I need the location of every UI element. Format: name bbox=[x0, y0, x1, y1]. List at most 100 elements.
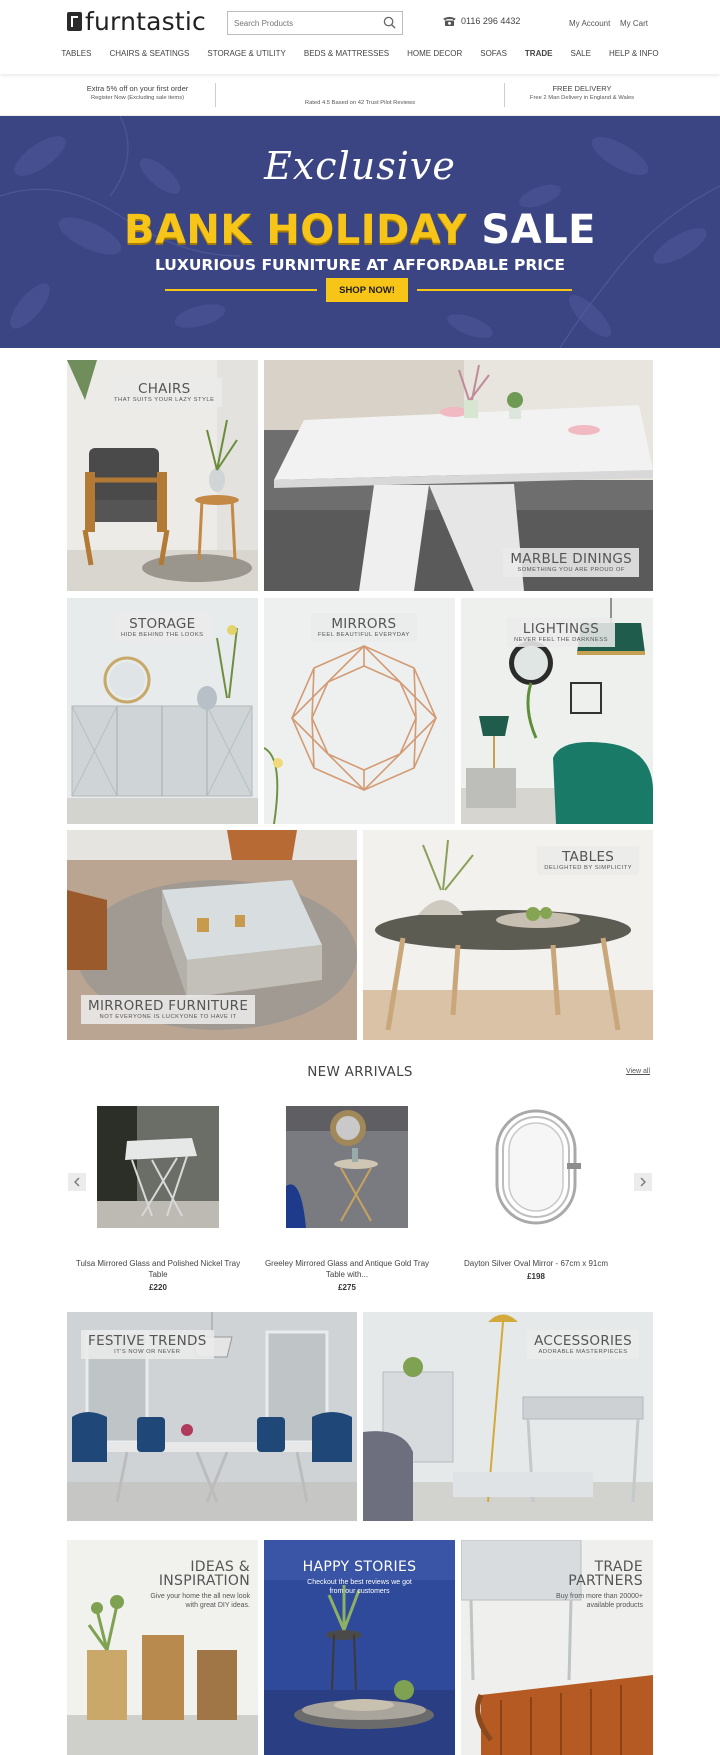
promo-text: HAPPY STORIES Checkout the best reviews … bbox=[264, 1560, 455, 1596]
product-image[interactable] bbox=[286, 1106, 408, 1228]
tile-chairs[interactable]: CHAIRS THAT SUITS YOUR LAZY STYLE bbox=[67, 360, 258, 591]
hero-title-highlight: BANK HOLIDAY bbox=[123, 207, 467, 253]
delivery-subtitle: Free 2 Man Delivery in England & Wales bbox=[529, 95, 635, 101]
hero-title: BANK HOLIDAY SALE bbox=[0, 206, 720, 254]
product-card[interactable]: Dayton Silver Oval Mirror - 67cm x 91cm … bbox=[441, 1106, 631, 1281]
nav-trade[interactable]: TRADE bbox=[525, 49, 553, 63]
nav-tables[interactable]: TABLES bbox=[61, 49, 91, 63]
rating-text: Rated 4.5 Based on 42 Trust Pilot Review… bbox=[304, 100, 416, 106]
promo-desc-line-1: Buy from more than 20000+ bbox=[556, 1593, 643, 1600]
tile-marble-dinings[interactable]: MARBLE DININGS SOMETHING YOU ARE PROUD O… bbox=[264, 360, 653, 591]
tile-subtitle: SOMETHING YOU ARE PROUD OF bbox=[517, 567, 625, 573]
nav-storage-utility[interactable]: STORAGE & UTILITY bbox=[207, 49, 286, 63]
tile-festive-trends[interactable]: FESTIVE TRENDS IT'S NOW OR NEVER bbox=[67, 1312, 357, 1521]
product-price: £275 bbox=[338, 1283, 356, 1292]
shop-now-button[interactable]: SHOP NOW! bbox=[326, 278, 408, 302]
nav-sale[interactable]: SALE bbox=[570, 49, 590, 63]
new-arrivals-heading: NEW ARRIVALS bbox=[307, 1064, 413, 1080]
nav-sofas[interactable]: SOFAS bbox=[480, 49, 507, 63]
view-all-link[interactable]: View all bbox=[626, 1068, 650, 1075]
tile-subtitle: ADORABLE MASTERPIECES bbox=[538, 1349, 628, 1355]
tile-subtitle: DELIGHTED BY SIMPLICITY bbox=[544, 865, 632, 871]
tile-title: STORAGE bbox=[129, 616, 196, 632]
divider bbox=[504, 83, 505, 107]
product-image[interactable] bbox=[475, 1106, 597, 1228]
promo-title-line-1: TRADE bbox=[594, 1559, 643, 1575]
trustpilot-rating[interactable]: Rated 4.5 Based on 42 Trust Pilot Review… bbox=[220, 98, 500, 106]
search-icon[interactable] bbox=[383, 16, 396, 29]
logo-text: furntastic bbox=[85, 6, 206, 36]
hero-script-heading: Exclusive bbox=[264, 144, 456, 188]
phone-icon bbox=[443, 16, 456, 26]
tile-subtitle: IT'S NOW OR NEVER bbox=[114, 1349, 181, 1355]
hero-rule-right bbox=[417, 289, 572, 291]
product-name[interactable]: Dayton Silver Oval Mirror - 67cm x 91cm bbox=[441, 1258, 631, 1269]
tile-label: CHAIRS THAT SUITS YOUR LAZY STYLE bbox=[107, 378, 222, 407]
tile-label: FESTIVE TRENDS IT'S NOW OR NEVER bbox=[81, 1330, 214, 1359]
tile-subtitle: NEVER FEEL THE DARKNESS bbox=[514, 637, 608, 643]
tile-lightings[interactable]: LIGHTINGS NEVER FEEL THE DARKNESS bbox=[461, 598, 653, 824]
promo-desc-line-1: Give your home the all new look bbox=[150, 1593, 250, 1600]
promo-title-line-1: IDEAS & bbox=[190, 1559, 250, 1575]
tile-subtitle: FEEL BEAUTIFUL EVERYDAY bbox=[318, 632, 410, 638]
free-delivery: FREE DELIVERY Free 2 Man Delivery in Eng… bbox=[512, 84, 652, 101]
search-input[interactable] bbox=[228, 13, 378, 33]
nav-chairs-seatings[interactable]: CHAIRS & SEATINGS bbox=[109, 49, 189, 63]
tile-label: MIRRORS FEEL BEAUTIFUL EVERYDAY bbox=[311, 613, 417, 642]
tile-title: CHAIRS bbox=[137, 381, 191, 397]
tile-subtitle: THAT SUITS YOUR LAZY STYLE bbox=[114, 397, 215, 403]
hero-subtitle: LUXURIOUS FURNITURE AT AFFORDABLE PRICE bbox=[154, 256, 565, 274]
tile-title: FESTIVE TRENDS bbox=[88, 1333, 207, 1349]
nav-beds-mattresses[interactable]: BEDS & MATTRESSES bbox=[304, 49, 389, 63]
logo-icon bbox=[67, 11, 82, 31]
tile-subtitle: HIDE BEHIND THE LOOKS bbox=[121, 632, 204, 638]
product-name[interactable]: Greeley Mirrored Glass and Antique Gold … bbox=[252, 1258, 442, 1280]
site-header: furntastic 0116 296 4432 My Account My C… bbox=[0, 0, 720, 74]
promo-trade-partners[interactable]: TRADE PARTNERS Buy from more than 20000+… bbox=[461, 1540, 653, 1755]
my-cart-link[interactable]: My Cart bbox=[620, 19, 648, 28]
promo-text: IDEAS & INSPIRATION Give your home the a… bbox=[80, 1560, 250, 1610]
nav-help-info[interactable]: HELP & INFO bbox=[609, 49, 659, 63]
tile-title: MARBLE DININGS bbox=[510, 551, 632, 567]
tile-title: LIGHTINGS bbox=[522, 621, 600, 637]
tile-tables[interactable]: TABLES DELIGHTED BY SIMPLICITY bbox=[363, 830, 653, 1040]
promo-desc-line-2: available products bbox=[586, 1602, 643, 1609]
promo-title-line-2: INSPIRATION bbox=[158, 1573, 250, 1589]
first-order-offer[interactable]: Extra 5% off on your first order Registe… bbox=[70, 84, 205, 101]
product-card[interactable]: Tulsa Mirrored Glass and Polished Nickel… bbox=[63, 1106, 253, 1292]
tile-label: LIGHTINGS NEVER FEEL THE DARKNESS bbox=[507, 618, 615, 647]
my-account-link[interactable]: My Account bbox=[569, 19, 610, 28]
tile-title: TABLES bbox=[562, 849, 615, 865]
promo-desc-line-2: from our customers bbox=[329, 1588, 390, 1595]
product-price: £198 bbox=[527, 1272, 545, 1281]
tile-accessories[interactable]: ACCESSORIES ADORABLE MASTERPIECES bbox=[363, 1312, 653, 1521]
product-image[interactable] bbox=[97, 1106, 219, 1228]
tile-label: MARBLE DININGS SOMETHING YOU ARE PROUD O… bbox=[503, 548, 639, 577]
product-card[interactable]: Greeley Mirrored Glass and Antique Gold … bbox=[252, 1106, 442, 1292]
promo-title-line-2: PARTNERS bbox=[568, 1573, 643, 1589]
promo-desc-line-2: with great DIY ideas. bbox=[185, 1602, 250, 1609]
promo-ideas-inspiration[interactable]: IDEAS & INSPIRATION Give your home the a… bbox=[67, 1540, 258, 1755]
hero-banner[interactable]: Exclusive BANK HOLIDAY SALE LUXURIOUS FU… bbox=[0, 116, 720, 348]
tile-title: ACCESSORIES bbox=[534, 1333, 632, 1349]
logo[interactable]: furntastic bbox=[67, 6, 206, 36]
nav-home-decor[interactable]: HOME DECOR bbox=[407, 49, 462, 63]
tile-mirrored-furniture[interactable]: MIRRORED FURNITURE NOT EVERYONE IS LUCKY… bbox=[67, 830, 357, 1040]
phone-number: 0116 296 4432 bbox=[461, 16, 521, 26]
offer-subtitle: Register Now (Excluding sale items) bbox=[90, 95, 185, 101]
delivery-title: FREE DELIVERY bbox=[552, 84, 612, 93]
promo-desc-line-1: Checkout the best reviews we got bbox=[307, 1579, 412, 1586]
promo-happy-stories[interactable]: HAPPY STORIES Checkout the best reviews … bbox=[264, 1540, 455, 1755]
promo-title: HAPPY STORIES bbox=[302, 1559, 417, 1575]
tile-label: MIRRORED FURNITURE NOT EVERYONE IS LUCKY… bbox=[81, 995, 256, 1024]
tile-title: MIRRORS bbox=[331, 616, 397, 632]
phone-contact[interactable]: 0116 296 4432 bbox=[442, 16, 520, 26]
tile-storage[interactable]: STORAGE HIDE BEHIND THE LOOKS bbox=[67, 598, 258, 824]
tile-mirrors[interactable]: MIRRORS FEEL BEAUTIFUL EVERYDAY bbox=[264, 598, 455, 824]
promo-text: TRADE PARTNERS Buy from more than 20000+… bbox=[473, 1560, 643, 1610]
product-price: £220 bbox=[149, 1283, 167, 1292]
carousel-next-button[interactable] bbox=[634, 1173, 652, 1191]
product-name[interactable]: Tulsa Mirrored Glass and Polished Nickel… bbox=[63, 1258, 253, 1280]
hero-rule-left bbox=[165, 289, 317, 291]
chevron-right-icon bbox=[640, 1177, 646, 1187]
